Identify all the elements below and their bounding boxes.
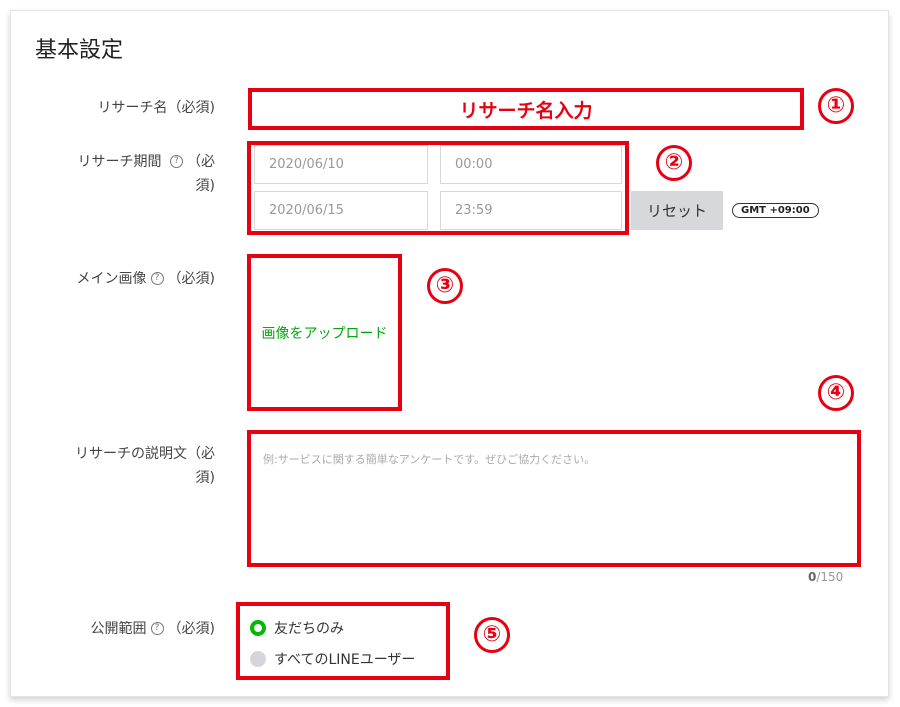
research-name-input[interactable]: リサーチ名入力 <box>248 88 804 130</box>
radio-label-friends: 友だちのみ <box>274 621 344 637</box>
char-counter: 0/150 <box>808 570 843 584</box>
annotation-badge-5: ⑤ <box>474 617 510 653</box>
radio-selected-icon[interactable] <box>250 620 266 636</box>
main-image-label: メイン画像? （必須) <box>45 267 215 291</box>
research-name-value: リサーチ名入力 <box>459 99 593 122</box>
reset-button[interactable]: リセット <box>631 191 723 230</box>
visibility-label-required: （必須) <box>167 621 215 637</box>
section-title: 基本設定 <box>35 38 124 63</box>
upload-image-link[interactable]: 画像をアップロード <box>262 323 388 343</box>
radio-label-all-users: すべてのLINEユーザー <box>274 652 416 668</box>
radio-unselected-icon[interactable] <box>250 651 266 667</box>
radio-friends-only[interactable]: 友だちのみ <box>250 618 344 638</box>
image-upload-box[interactable]: 画像をアップロード <box>247 254 402 411</box>
visibility-label: 公開範囲? （必須) <box>45 617 215 641</box>
annotation-badge-3: ③ <box>427 268 463 304</box>
main-image-label-text: メイン画像 <box>76 271 147 287</box>
annotation-badge-1: ① <box>818 88 854 124</box>
description-label: リサーチの説明文（必 須) <box>45 442 215 490</box>
research-period-label-text: リサーチ期間 <box>77 154 166 170</box>
radio-all-line-users[interactable]: すべてのLINEユーザー <box>250 649 415 669</box>
annotation-badge-4: ④ <box>818 375 854 411</box>
description-label-required: 須) <box>195 470 215 486</box>
help-icon[interactable]: ? <box>170 154 183 168</box>
timezone-badge: GMT +09:00 <box>732 203 819 218</box>
annotation-badge-2: ② <box>656 145 692 181</box>
research-period-label: リサーチ期間 ? （必 須) <box>45 150 215 198</box>
help-icon[interactable]: ? <box>150 621 164 635</box>
main-image-label-required: （必須) <box>167 271 215 287</box>
help-icon[interactable]: ? <box>150 271 164 285</box>
visibility-label-text: 公開範囲 <box>90 621 147 637</box>
research-period-label-required: （必 <box>187 154 215 170</box>
description-label-text: リサーチの説明文（必 <box>75 446 215 462</box>
research-period-label-required-2: 須) <box>195 178 215 194</box>
description-placeholder: 例:サービスに関する簡単なアンケートです。ぜひご協力ください。 <box>263 453 596 466</box>
description-textarea[interactable]: 例:サービスに関する簡単なアンケートです。ぜひご協力ください。 <box>247 430 861 567</box>
research-name-label: リサーチ名（必須) <box>97 100 215 116</box>
char-count-max: /150 <box>816 570 844 584</box>
period-highlight-box <box>247 141 629 235</box>
